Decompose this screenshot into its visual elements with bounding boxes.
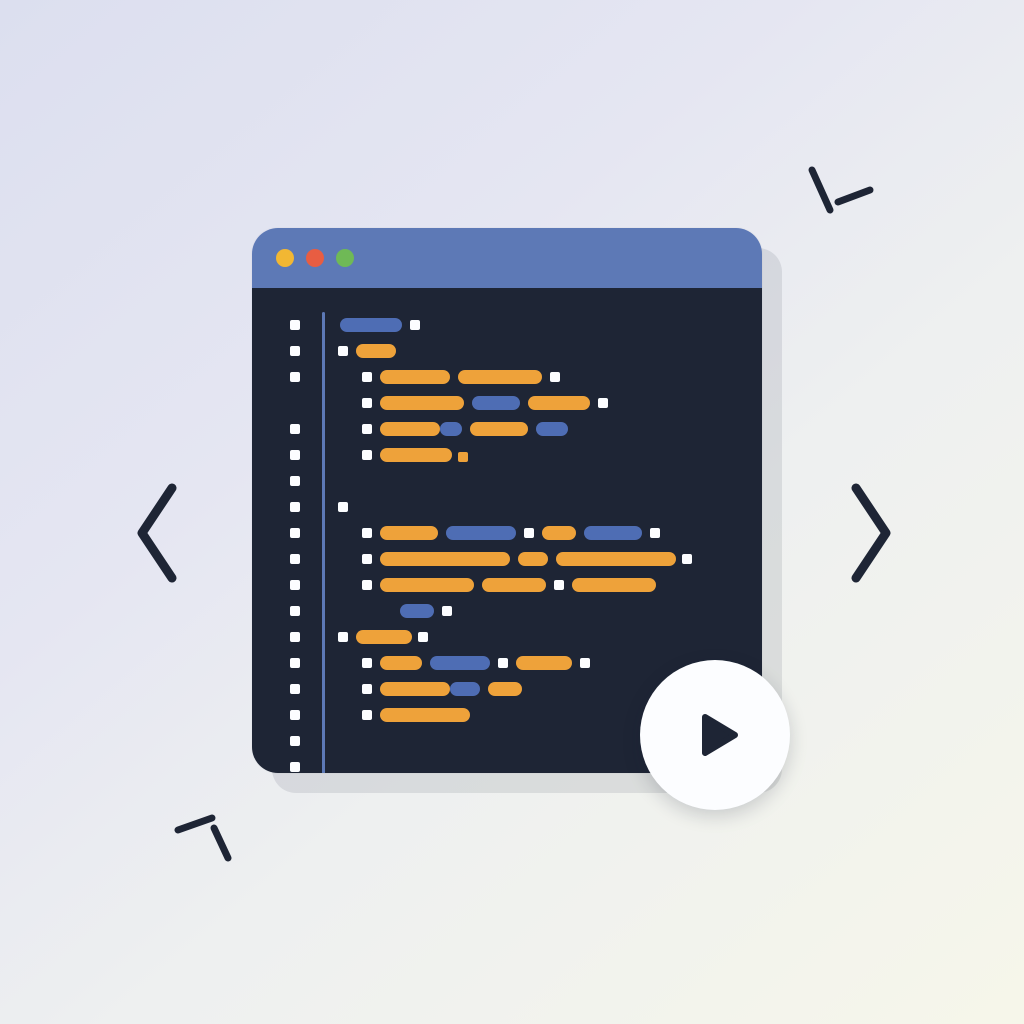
- code-token: [470, 422, 528, 436]
- code-token: [682, 554, 692, 564]
- code-token: [362, 398, 372, 408]
- code-token: [340, 318, 402, 332]
- traffic-light-minimize-icon: [276, 249, 294, 267]
- code-token: [356, 344, 396, 358]
- sparkle-icon: [168, 798, 248, 868]
- code-token: [536, 422, 568, 436]
- code-token: [518, 552, 548, 566]
- code-token: [450, 682, 480, 696]
- code-token: [362, 372, 372, 382]
- gutter-mark: [290, 632, 300, 642]
- code-token: [440, 422, 462, 436]
- code-token: [584, 526, 642, 540]
- code-token: [556, 552, 676, 566]
- gutter-indent-line: [322, 312, 325, 773]
- code-token: [650, 528, 660, 538]
- gutter-mark: [290, 320, 300, 330]
- code-token: [430, 656, 490, 670]
- code-token: [598, 398, 608, 408]
- code-token: [362, 710, 372, 720]
- gutter-mark: [290, 450, 300, 460]
- angle-bracket-right-icon: [840, 478, 900, 588]
- code-token: [338, 632, 348, 642]
- code-token: [488, 682, 522, 696]
- gutter-mark: [290, 346, 300, 356]
- code-token: [524, 528, 534, 538]
- code-token: [338, 346, 348, 356]
- traffic-light-zoom-icon: [336, 249, 354, 267]
- code-token: [580, 658, 590, 668]
- code-token: [410, 320, 420, 330]
- gutter-mark: [290, 736, 300, 746]
- sparkle-icon: [800, 158, 880, 228]
- code-token: [380, 578, 474, 592]
- play-button[interactable]: [640, 660, 790, 810]
- code-token: [380, 682, 450, 696]
- gutter-mark: [290, 762, 300, 772]
- code-token: [572, 578, 656, 592]
- gutter-mark: [290, 528, 300, 538]
- angle-bracket-left-icon: [128, 478, 188, 588]
- code-token: [528, 396, 590, 410]
- code-token: [380, 552, 510, 566]
- code-token: [442, 606, 452, 616]
- gutter-mark: [290, 502, 300, 512]
- code-token: [380, 656, 422, 670]
- code-token: [380, 396, 464, 410]
- play-icon: [683, 703, 747, 767]
- code-token: [362, 580, 372, 590]
- code-token: [472, 396, 520, 410]
- code-token: [380, 422, 440, 436]
- gutter-mark: [290, 476, 300, 486]
- gutter-mark: [290, 684, 300, 694]
- illustration-stage: [0, 0, 1024, 1024]
- gutter-mark: [290, 554, 300, 564]
- code-token: [380, 708, 470, 722]
- code-token: [362, 424, 372, 434]
- gutter-mark: [290, 658, 300, 668]
- code-token: [362, 684, 372, 694]
- code-token: [482, 578, 546, 592]
- code-token: [362, 658, 372, 668]
- code-token: [380, 448, 452, 462]
- code-token: [380, 526, 438, 540]
- code-token: [550, 372, 560, 382]
- code-token: [418, 632, 428, 642]
- code-token: [400, 604, 434, 618]
- code-token: [356, 630, 412, 644]
- code-token: [362, 554, 372, 564]
- traffic-light-close-icon: [306, 249, 324, 267]
- code-token: [554, 580, 564, 590]
- titlebar: [252, 228, 762, 288]
- code-token: [498, 658, 508, 668]
- code-token: [458, 452, 468, 462]
- code-token: [380, 370, 450, 384]
- gutter-mark: [290, 710, 300, 720]
- gutter-mark: [290, 372, 300, 382]
- code-token: [516, 656, 572, 670]
- code-token: [338, 502, 348, 512]
- code-token: [362, 450, 372, 460]
- code-token: [458, 370, 542, 384]
- gutter-mark: [290, 424, 300, 434]
- code-token: [362, 528, 372, 538]
- code-token: [446, 526, 516, 540]
- code-token: [542, 526, 576, 540]
- gutter-mark: [290, 580, 300, 590]
- gutter-mark: [290, 606, 300, 616]
